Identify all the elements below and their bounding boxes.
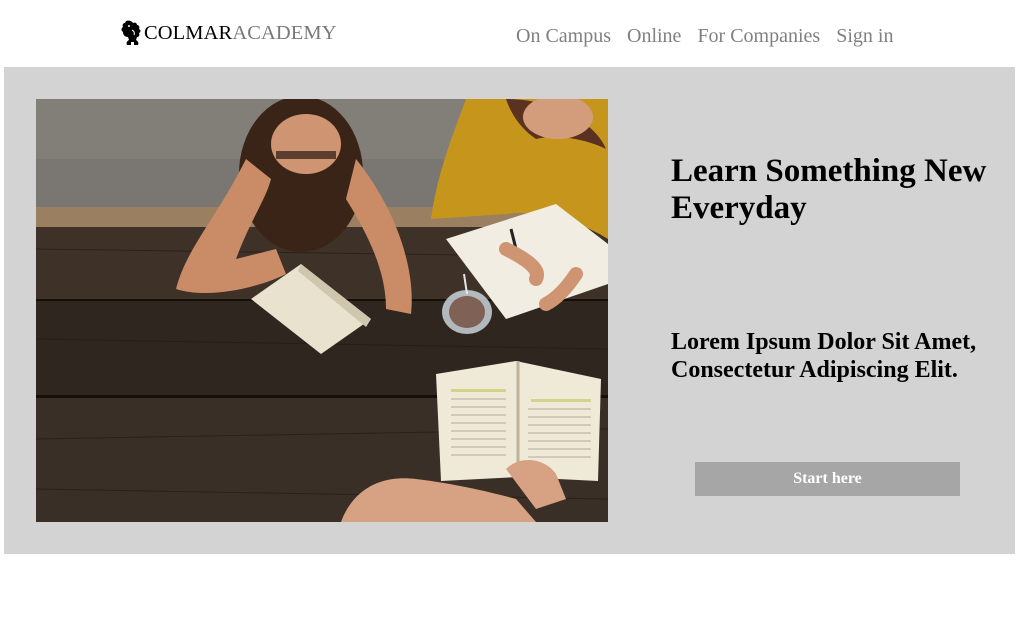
logo-text: COLMARACADEMY	[144, 20, 337, 46]
logo-text-colmar: COLMAR	[144, 22, 233, 44]
site-header: COLMARACADEMY On Campus Online For Compa…	[0, 0, 1018, 67]
nav-link-on-campus[interactable]: On Campus	[516, 24, 611, 48]
main-nav: On Campus Online For Companies Sign in	[516, 24, 893, 48]
hero-section: Learn Something New Everyday Lorem Ipsum…	[4, 67, 1015, 554]
hero-subtitle: Lorem Ipsum Dolor Sit Amet, Consectetur …	[671, 329, 977, 383]
logo-text-academy: ACADEMY	[232, 22, 337, 44]
nav-link-online[interactable]: Online	[627, 24, 681, 48]
nav-link-for-companies[interactable]: For Companies	[697, 24, 820, 48]
lion-rampant-icon	[121, 20, 141, 45]
start-here-button[interactable]: Start here	[695, 462, 960, 496]
hero-image	[36, 99, 608, 522]
hero-title: Learn Something New Everyday	[671, 153, 987, 226]
site-logo[interactable]: COLMARACADEMY	[120, 20, 337, 46]
nav-link-sign-in[interactable]: Sign in	[836, 24, 893, 48]
